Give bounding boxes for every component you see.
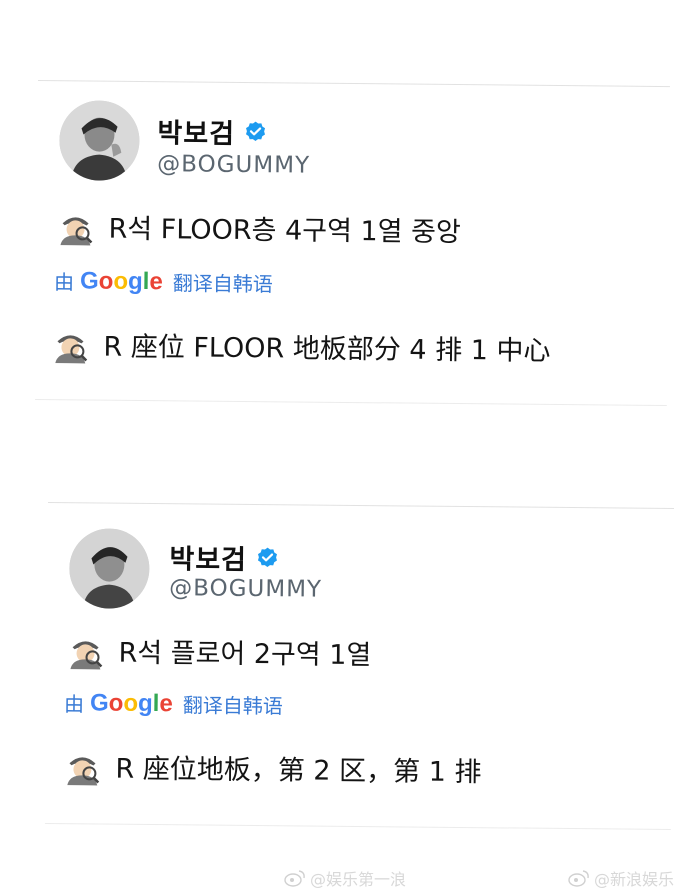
watermark: @娱乐第一浪 [284,866,406,890]
avatar[interactable] [59,100,140,181]
tweet-translated-text: R 座位 FLOOR 地板部分 4 排 1 中心 [103,331,551,367]
card-bottom-edge [34,398,667,407]
tweet-translated-text-row: R 座位 FLOOR 地板部分 4 排 1 中心 [51,324,551,368]
verified-badge-icon [245,121,265,141]
translated-by-google[interactable]: 由 Google 翻译自韩语 [54,266,273,297]
google-logo: Google [89,688,173,717]
translate-from-label: 翻译自韩语 [172,271,273,297]
card-bottom-edge [44,822,671,830]
user-avatar-icon [68,528,150,609]
translate-by-label: 由 [63,692,85,717]
user-handle[interactable]: @BOGUMMY [169,575,322,602]
tweet-original-text: R석 플로어 2구역 1열 [118,637,372,672]
tweet-original-text: R석 FLOOR층 4구역 1열 중앙 [108,213,461,249]
tweet-card[interactable]: 박보검 @BOGUMMY R석 플로어 2구역 1열 由 Google 翻译自韩… [44,502,674,830]
tweet-original-text-row: R석 FLOOR층 4구역 1열 중앙 [56,206,461,249]
detective-emoji-icon [70,640,103,670]
avatar[interactable] [68,528,150,609]
translate-by-label: 由 [53,270,75,295]
detective-emoji-icon [60,216,93,246]
card-divider [47,502,674,510]
watermark-text: @娱乐第一浪 [310,870,407,889]
weibo-icon [568,870,589,887]
detective-emoji-icon [55,334,88,363]
card-divider [37,80,670,88]
watermark: @新浪娱乐 [568,866,674,890]
detective-emoji-icon [67,756,100,785]
google-logo: Google [79,266,163,295]
display-name-row: 박보검 [169,537,279,577]
display-name[interactable]: 박보검 [169,537,247,577]
display-name[interactable]: 박보검 [157,111,235,151]
display-name-row: 박보검 [157,111,267,151]
verified-badge-icon [257,547,277,567]
tweet-translated-text: R 座位地板，第 2 区，第 1 排 [115,753,482,789]
watermark-text: @新浪娱乐 [594,870,675,889]
weibo-icon [284,870,305,887]
translate-from-label: 翻译自韩语 [182,693,283,719]
user-avatar-icon [59,100,140,181]
user-handle[interactable]: @BOGUMMY [157,151,310,178]
translated-by-google[interactable]: 由 Google 翻译自韩语 [64,688,283,719]
tweet-card[interactable]: 박보검 @BOGUMMY R석 FLOOR층 4구역 1열 중앙 由 Googl… [34,80,670,407]
tweet-translated-text-row: R 座位地板，第 2 区，第 1 排 [63,746,482,789]
tweet-original-text-row: R석 플로어 2구역 1열 [66,630,371,672]
